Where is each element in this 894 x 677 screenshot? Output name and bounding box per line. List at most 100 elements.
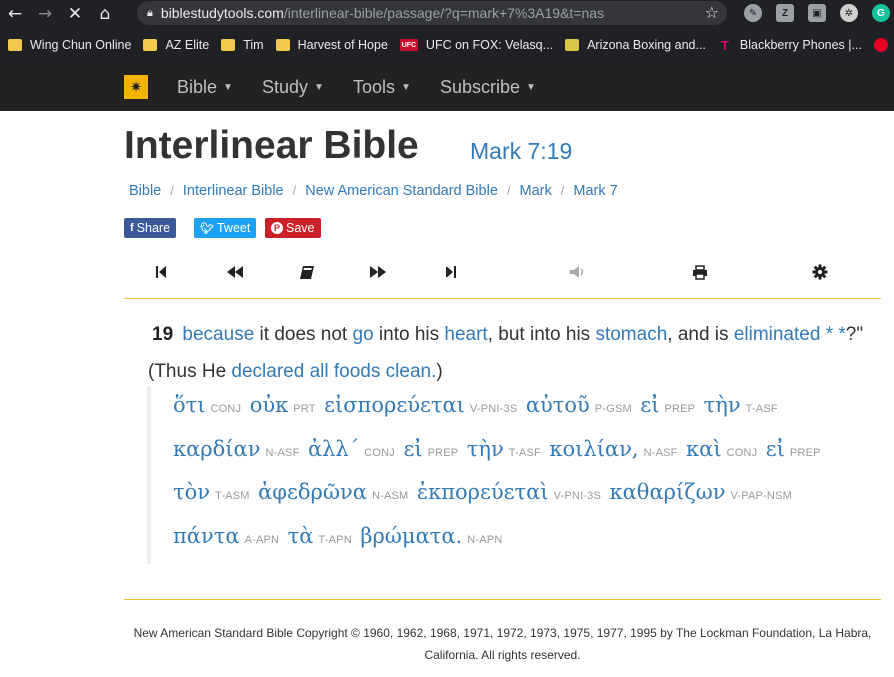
pinterest-icon: P [271, 222, 283, 234]
next-verse-icon[interactable] [367, 262, 389, 282]
site-navbar: ✷ Bible ▼ Study ▼ Tools ▼ Subscribe ▼ [0, 62, 894, 111]
page-title: Interlinear Bible [124, 124, 419, 167]
url-text: biblestudytools.com/interlinear-bible/pa… [160, 5, 605, 21]
bookmark-item[interactable]: Tim [221, 38, 264, 52]
caret-down-icon: ▼ [401, 82, 411, 93]
stop-loading-icon[interactable]: ✕ [60, 0, 90, 27]
nav-subscribe[interactable]: Subscribe ▼ [440, 77, 536, 98]
breadcrumb-mark-7[interactable]: Mark 7 [573, 183, 617, 199]
breadcrumb-separator: / [292, 183, 297, 198]
verse-word-link[interactable]: heart [444, 324, 487, 345]
extension-z-icon[interactable]: Z [776, 4, 794, 22]
breadcrumb-nasb[interactable]: New American Standard Bible [305, 183, 498, 199]
verse-word-link[interactable]: foods [334, 361, 380, 382]
breadcrumb-bible[interactable]: Bible [129, 183, 161, 199]
verse-word-link[interactable]: because [182, 324, 254, 345]
copyright-line-1: New American Standard Bible Copyright © … [133, 626, 872, 640]
grammarly-icon[interactable]: G [872, 4, 890, 22]
verse-word-link[interactable]: eliminated * [734, 324, 833, 345]
divider [124, 599, 881, 600]
address-bar[interactable]: 🔒︎ biblestudytools.com/interlinear-bible… [137, 1, 727, 25]
bookmark-star-icon[interactable]: ☆ [705, 3, 719, 22]
verse-word-link[interactable]: stomach [595, 324, 667, 345]
verse-text-segment: it does not [254, 324, 353, 345]
bookmark-item[interactable]: T Blackberry Phones |... [718, 37, 862, 53]
parsing-code: N-APN [467, 533, 503, 546]
print-icon[interactable] [689, 262, 711, 282]
parsing-code: P-GSM [594, 403, 632, 415]
bookmark-item[interactable]: Arizona Boxing and... [565, 38, 706, 52]
greek-word[interactable]: τὴν [704, 393, 741, 417]
greek-word[interactable]: τὴν [467, 437, 504, 461]
bookmark-label: AZ Elite [165, 38, 210, 52]
pinterest-save-button[interactable]: P Save [265, 218, 321, 238]
verse-word-link[interactable]: all [310, 361, 329, 382]
bookmark-label: Wing Chun Online [30, 38, 132, 52]
parsing-code: N-ASF [643, 446, 678, 459]
verse-word-link[interactable]: clean. [386, 361, 437, 382]
parsing-code: PRT [293, 403, 316, 415]
back-arrow-icon[interactable]: ← [0, 0, 30, 27]
breadcrumb-interlinear-bible[interactable]: Interlinear Bible [183, 183, 284, 199]
first-chapter-icon[interactable] [150, 262, 172, 282]
parsing-code: N-ASF [265, 446, 300, 459]
greek-word[interactable]: εἰ̓ [640, 393, 659, 417]
extension-gear-icon[interactable]: ✲ [840, 4, 858, 22]
greek-word[interactable]: τὸν [173, 480, 210, 504]
extension-pen-icon[interactable]: ✎ [744, 4, 762, 22]
greek-word[interactable]: καὶ [686, 437, 722, 461]
last-chapter-icon[interactable] [440, 262, 462, 282]
greek-word[interactable]: αὐτοῦ [526, 393, 590, 417]
verse-word-link[interactable]: * [833, 324, 845, 345]
verse-text-segment: into his [373, 324, 445, 345]
bookmark-item[interactable] [873, 38, 894, 52]
audio-speaker-icon[interactable] [567, 262, 589, 282]
verse-word-link[interactable]: declared [231, 361, 304, 382]
nav-bible[interactable]: Bible ▼ [177, 77, 233, 98]
site-logo-icon[interactable]: ✷ [124, 75, 148, 99]
twitter-bird-icon: 🐦︎ [200, 222, 214, 235]
greek-word[interactable]: πάντα [173, 524, 240, 548]
greek-word[interactable]: ἐκπορεύεταὶ [417, 480, 549, 504]
bookmark-label: Blackberry Phones |... [739, 38, 862, 52]
bookmark-item[interactable]: Wing Chun Online [8, 38, 131, 52]
home-icon[interactable]: ⌂ [90, 0, 120, 27]
greek-word[interactable]: εἰ̓ [403, 437, 422, 461]
facebook-share-button[interactable]: f Share [124, 218, 177, 238]
bookmark-label: Arizona Boxing and... [587, 38, 706, 52]
bookmark-item[interactable]: UFC UFC on FOX: Velasq... [399, 38, 553, 52]
greek-word[interactable]: καθαρίζων [610, 480, 726, 504]
breadcrumb-separator: / [560, 183, 565, 198]
greek-word[interactable]: οὐκ [250, 393, 289, 417]
copyright-notice: New American Standard Bible Copyright © … [124, 622, 881, 666]
bookmark-item[interactable]: Harvest of Hope [275, 38, 388, 52]
greek-word[interactable]: ἀλλ΄ [308, 437, 359, 461]
previous-verse-icon[interactable] [224, 262, 246, 282]
parsing-code: PREP [427, 446, 459, 459]
twitter-tweet-button[interactable]: 🐦︎ Tweet [194, 218, 257, 238]
verse-word-link[interactable]: go [353, 324, 374, 345]
ufc-icon: UFC [399, 39, 418, 51]
nav-tools[interactable]: Tools ▼ [353, 77, 411, 98]
tmobile-icon: T [720, 37, 729, 53]
nav-study[interactable]: Study ▼ [262, 77, 324, 98]
greek-word[interactable]: ὅτι [173, 393, 206, 417]
greek-word[interactable]: βρώματα. [360, 524, 462, 548]
parsing-code: V-PNI-3S [469, 403, 518, 415]
parsing-code: PREP [789, 446, 821, 459]
greek-word[interactable]: ἀφεδρῶνα [258, 480, 367, 504]
greek-word[interactable]: εἰσπορεύεται [324, 393, 465, 417]
breadcrumb-separator: / [170, 183, 174, 198]
bookmark-item[interactable]: AZ Elite [143, 38, 209, 52]
settings-gear-icon[interactable] [809, 262, 831, 282]
breadcrumb-mark[interactable]: Mark [520, 183, 552, 199]
greek-word[interactable]: τὰ [288, 524, 314, 548]
greek-word[interactable]: καρδίαν [173, 437, 260, 461]
breadcrumb-separator: / [506, 183, 511, 198]
forward-arrow-icon[interactable]: → [30, 0, 60, 27]
bookmarks-bar: Wing Chun Online AZ Elite Tim Harvest of Ho… [0, 28, 894, 62]
greek-word[interactable]: εἰ̓ [766, 437, 785, 461]
greek-word[interactable]: κοιλίαν, [549, 437, 638, 461]
extension-camera-icon[interactable]: ▣ [808, 4, 826, 22]
book-icon[interactable] [296, 262, 318, 282]
